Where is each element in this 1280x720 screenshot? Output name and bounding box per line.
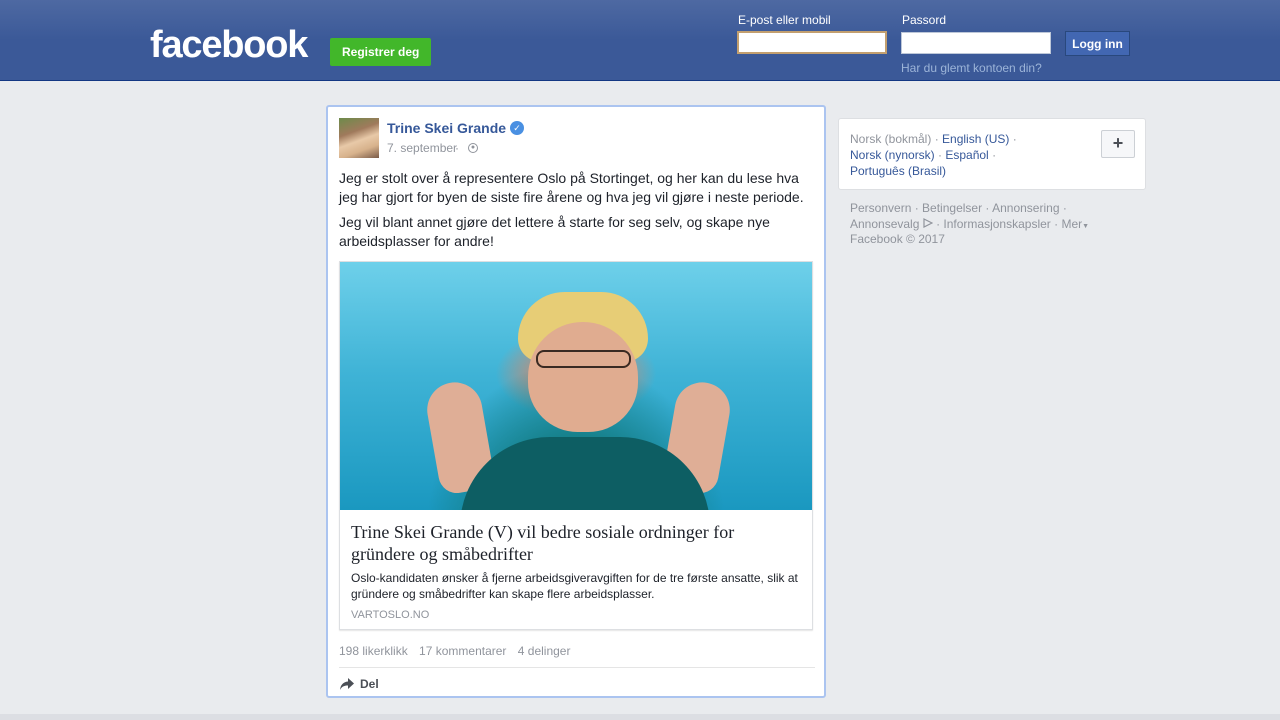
footer-link-adchoices[interactable]: Annonsevalg <box>850 217 919 231</box>
divider <box>339 667 815 668</box>
author-avatar[interactable] <box>339 118 379 158</box>
photo-face <box>528 322 638 432</box>
post-date[interactable]: 7. september <box>387 141 457 155</box>
footer-link-cookies[interactable]: Informasjonskapsler <box>943 217 1050 231</box>
post-stats: 198 likerklikk 17 kommentarer 4 delinger <box>339 644 578 658</box>
bottom-strip <box>0 714 1280 720</box>
chevron-down-icon: ▼ <box>1082 223 1090 230</box>
link-preview-image[interactable] <box>340 262 812 510</box>
register-button[interactable]: Registrer deg <box>330 38 432 66</box>
share-label: Del <box>360 677 379 691</box>
language-link-nynorsk[interactable]: Norsk (nynorsk) <box>850 148 935 162</box>
top-bar: facebook Registrer deg E-post eller mobi… <box>0 0 1280 81</box>
date-separator: · <box>455 141 459 155</box>
share-arrow-icon <box>340 678 354 690</box>
login-button[interactable]: Logg inn <box>1065 31 1130 56</box>
current-language: Norsk (bokmål) <box>850 132 932 146</box>
post-card: Trine Skei Grande ✓ 7. september · ● Jeg… <box>326 105 826 698</box>
forgot-account-link[interactable]: Har du glemt kontoen din? <box>901 61 1042 75</box>
footer-link-terms[interactable]: Betingelser <box>922 201 982 215</box>
verified-badge-icon: ✓ <box>510 121 524 135</box>
more-languages-button[interactable]: + <box>1101 130 1135 158</box>
footer-link-advertising[interactable]: Annonsering <box>992 201 1059 215</box>
post-text: Jeg er stolt over å representere Oslo på… <box>339 169 815 257</box>
language-list: Norsk (bokmål) · English (US) · Norsk (n… <box>850 132 1017 178</box>
password-field[interactable] <box>901 32 1051 54</box>
language-link-english[interactable]: English (US) <box>942 132 1009 146</box>
link-domain: VARTOSLO.NO <box>351 609 430 621</box>
language-link-espanol[interactable]: Español <box>945 148 988 162</box>
photo-glasses <box>536 350 631 368</box>
password-label: Passord <box>902 13 947 27</box>
email-label: E-post eller mobil <box>738 13 831 27</box>
shares-count[interactable]: 4 delinger <box>518 644 571 658</box>
post-paragraph: Jeg vil blant annet gjøre det lettere å … <box>339 214 770 249</box>
footer-links: Personvern · Betingelser · Annonsering ·… <box>850 201 1090 231</box>
copyright: Facebook © 2017 <box>850 232 945 246</box>
footer-link-more[interactable]: Mer <box>1061 217 1082 231</box>
email-field[interactable] <box>737 31 887 54</box>
language-link-portugues[interactable]: Português (Brasil) <box>850 164 946 178</box>
facebook-logo[interactable]: facebook <box>150 26 308 64</box>
post-paragraph: Jeg er stolt over å representere Oslo på… <box>339 170 804 205</box>
globe-icon[interactable]: ● <box>468 143 478 153</box>
footer-link-privacy[interactable]: Personvern <box>850 201 911 215</box>
author-name-link[interactable]: Trine Skei Grande <box>387 120 506 136</box>
comments-count[interactable]: 17 kommentarer <box>419 644 506 658</box>
likes-count[interactable]: 198 likerklikk <box>339 644 408 658</box>
link-title[interactable]: Trine Skei Grande (V) vil bedre sosiale … <box>351 521 801 565</box>
language-box: Norsk (bokmål) · English (US) · Norsk (n… <box>838 118 1146 190</box>
link-preview-card[interactable]: Trine Skei Grande (V) vil bedre sosiale … <box>339 261 813 630</box>
link-description: Oslo-kandidaten ønsker å fjerne arbeidsg… <box>351 571 798 601</box>
adchoices-icon <box>923 218 934 228</box>
share-button[interactable]: Del <box>339 675 379 693</box>
